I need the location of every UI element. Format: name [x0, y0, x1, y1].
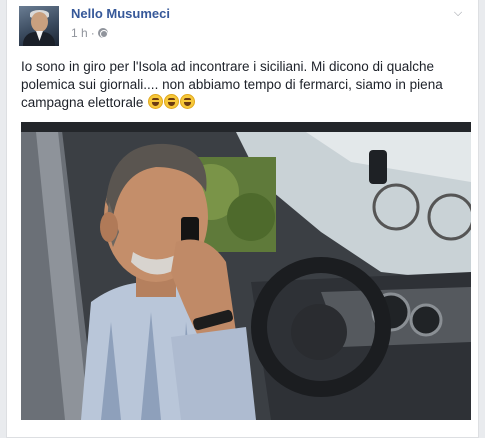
laughing-emoji	[180, 94, 196, 109]
facebook-post: Nello Musumeci 1 h · ⌵ Io sono in giro p…	[6, 0, 479, 438]
post-photo[interactable]	[21, 122, 471, 420]
post-meta: 1 h ·	[71, 26, 108, 40]
laughing-emoji	[148, 94, 164, 109]
post-message: Io sono in giro per l'Isola ad incontrar…	[21, 59, 443, 110]
meta-separator: ·	[90, 26, 95, 40]
post-text: Io sono in giro per l'Isola ad incontrar…	[21, 58, 471, 112]
post-header: Nello Musumeci 1 h · ⌵	[19, 6, 466, 46]
globe-icon[interactable]	[97, 28, 108, 38]
author-avatar[interactable]	[19, 6, 59, 46]
author-name[interactable]: Nello Musumeci	[71, 6, 170, 21]
post-timestamp[interactable]: 1 h	[71, 26, 88, 40]
laughing-emoji	[164, 94, 180, 109]
chevron-down-icon[interactable]: ⌵	[450, 6, 466, 20]
